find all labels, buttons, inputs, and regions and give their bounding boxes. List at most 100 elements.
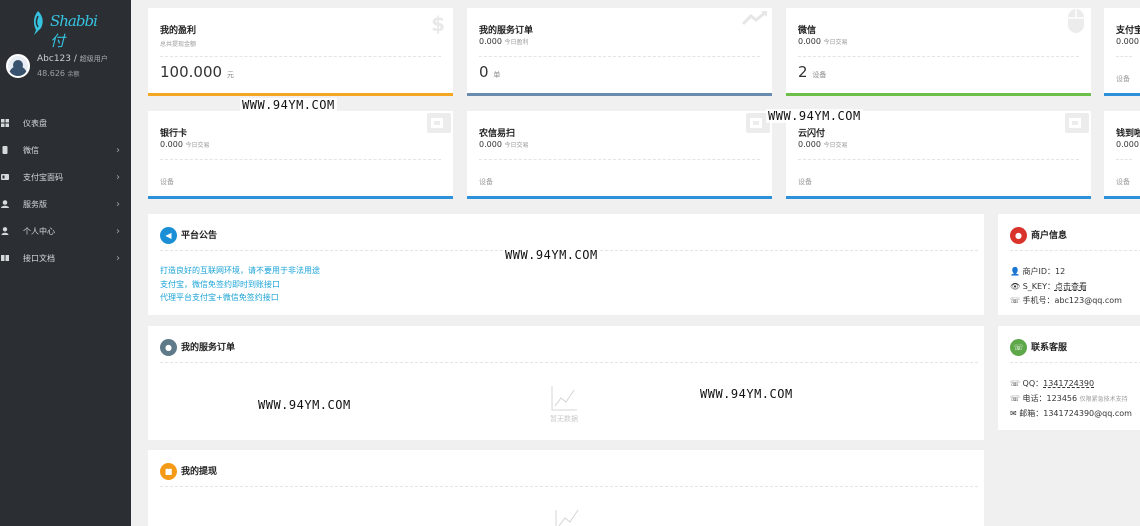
divider — [1116, 159, 1132, 160]
skey-view-link[interactable]: 点击查看 — [1055, 282, 1087, 291]
sidebar-item-alipay[interactable]: 支付宝面码 › — [0, 164, 131, 191]
card-value-number: 0 — [479, 63, 489, 81]
divider — [1116, 56, 1132, 57]
card-note: 总共提现金额 — [160, 41, 197, 48]
empty-chart-icon — [555, 509, 579, 526]
card-value: 100.000 元 — [160, 63, 234, 81]
tel-label: 电话： — [1022, 393, 1047, 403]
divider — [160, 486, 978, 487]
card-value-unit: 设备 — [812, 71, 827, 79]
qq-link[interactable]: 1341724390 — [1043, 379, 1094, 388]
panel-title: 商户信息 — [1031, 231, 1068, 241]
divider — [479, 159, 760, 160]
card-title: 我的盈利 — [160, 26, 197, 36]
card-accent-bar — [467, 196, 772, 199]
card-title: 我的服务订单 — [479, 26, 534, 36]
logo[interactable]: Shabbi付 — [30, 10, 100, 50]
card-wechat: 微信 0.000 今日交易 2 设备 — [786, 8, 1091, 96]
card-device-label: 设备 — [1116, 178, 1130, 186]
user-group-icon: ● — [160, 339, 177, 356]
panel-header: ◀ 平台公告 — [160, 227, 217, 245]
tel-number: 123456 — [1046, 393, 1078, 403]
mail-address[interactable]: 1341724390@qq.com — [1043, 409, 1132, 418]
divider — [798, 159, 1079, 160]
panel-header: ● 我的服务订单 — [160, 339, 235, 357]
sidebar-item-label: 服务版 — [23, 200, 47, 209]
card-bank: 银行卡 0.000 今日交易 设备 — [148, 111, 453, 199]
empty-state: 暂无数据 — [544, 384, 584, 424]
user-balance: 48.626 — [37, 69, 65, 78]
avatar[interactable] — [6, 54, 30, 78]
mail-label: 邮箱： — [1019, 409, 1044, 418]
card-sub-note: 今日交易 — [823, 39, 848, 46]
panel-service-orders: ● 我的服务订单 暂无数据 — [148, 326, 984, 440]
card-alipay: 支付宝 0.000 设备 — [1104, 8, 1140, 96]
panel-title: 我的提现 — [181, 467, 218, 477]
notice-line[interactable]: 打造良好的互联网环境，请不要用于非法用途 — [160, 264, 320, 278]
watermark: WWW.94YM.COM — [256, 398, 353, 412]
qq-row: ☏ QQ：1341724390 — [1010, 379, 1095, 388]
card-value-number: 2 — [798, 63, 808, 81]
watermark: WWW.94YM.COM — [698, 387, 795, 401]
panel-title: 平台公告 — [181, 231, 218, 241]
chevron-right-icon: › — [116, 172, 120, 183]
card-accent-bar — [786, 196, 1091, 199]
trend-icon — [742, 10, 767, 26]
sidebar-item-service[interactable]: 服务版 › — [0, 191, 131, 218]
card-title: 云闪付 — [798, 129, 826, 139]
tel-note: 仅限紧急技术支持 — [1079, 395, 1128, 403]
panel-title: 我的服务订单 — [181, 343, 236, 353]
logo-icon — [33, 11, 43, 35]
card-sub-note: 今日交易 — [504, 142, 529, 149]
card-title: 支付宝 — [1116, 26, 1140, 36]
phone-row: ☏ 手机号：abc123@qq.com — [1010, 296, 1122, 305]
divider — [160, 362, 978, 363]
card-sub: 0.000 今日交易 — [798, 140, 847, 149]
card-accent-bar — [467, 93, 772, 96]
divider — [479, 56, 760, 57]
user-icon: ● — [1010, 227, 1027, 244]
card-accent-bar — [1104, 196, 1140, 199]
card-sub-note: 今日交易 — [823, 142, 848, 149]
card-sub: 0.000 今日交易 — [798, 37, 847, 46]
sidebar-item-label: 接口文档 — [23, 254, 55, 263]
card-sub-value: 0.000 — [479, 37, 502, 46]
chevron-right-icon: › — [116, 145, 120, 156]
user-profile[interactable]: Abc123 / 超级用户 48.626 余额 — [6, 52, 130, 88]
card-sub-value: 0.000 — [160, 140, 183, 149]
mail-row: ✉ 邮箱：1341724390@qq.com — [1010, 409, 1132, 418]
notice-line[interactable]: 支付宝，微信免签约即时到账接口 — [160, 278, 320, 292]
sidebar-item-profile[interactable]: 个人中心 › — [0, 218, 131, 245]
user-balance-line: 48.626 余额 — [37, 69, 80, 78]
user-icon — [1, 227, 9, 235]
megaphone-icon: ◀ — [160, 227, 177, 244]
card-value-unit: 单 — [493, 71, 501, 79]
card-value-unit: 元 — [226, 71, 234, 79]
card-qiandaola: 钱到啦 0.000 设备 — [1104, 111, 1140, 199]
sidebar: Shabbi付 Abc123 / 超级用户 48.626 余额 仪表盘 微信 ›… — [0, 0, 131, 526]
card-value: 2 设备 — [798, 63, 826, 81]
card-my-profit: $ 我的盈利 总共提现金额 100.000 元 — [148, 8, 453, 96]
divider — [160, 159, 441, 160]
dashboard-icon — [1, 119, 9, 127]
empty-text: 暂无数据 — [550, 415, 578, 423]
panel-contact: ☏ 联系客服 ☏ QQ：1341724390 ☏ 电话：123456 仅限紧急技… — [998, 326, 1140, 430]
doc-icon — [1, 255, 9, 261]
tel-row: ☏ 电话：123456 仅限紧急技术支持 — [1010, 393, 1128, 403]
card-accent-bar — [148, 93, 453, 96]
card-icon — [427, 113, 451, 133]
card-service-orders: 我的服务订单 0.000 今日盈利 0 单 — [467, 8, 772, 96]
merchant-id: 商户ID：12 — [1022, 267, 1066, 276]
card-sub-value: 0.000 — [1116, 37, 1139, 46]
notice-line[interactable]: 代理平台支付宝+微信免签约接口 — [160, 291, 320, 305]
sidebar-item-dashboard[interactable]: 仪表盘 — [0, 110, 131, 137]
sidebar-item-docs[interactable]: 接口文档 › — [0, 245, 131, 272]
merchant-id-row: 👤 商户ID：12 — [1010, 267, 1066, 276]
card-sub: 0.000 今日盈利 — [479, 37, 528, 46]
service-icon — [1, 200, 9, 208]
sidebar-item-wechat[interactable]: 微信 › — [0, 137, 131, 164]
wallet-icon: ■ — [160, 463, 177, 480]
alipay-icon — [1, 174, 9, 180]
panel-merchant-info: ● 商户信息 👤 商户ID：12 👁 S_KEY：点击查看 ☏ 手机号：abc1… — [998, 214, 1140, 315]
panel-withdraw: ■ 我的提现 — [148, 450, 984, 526]
